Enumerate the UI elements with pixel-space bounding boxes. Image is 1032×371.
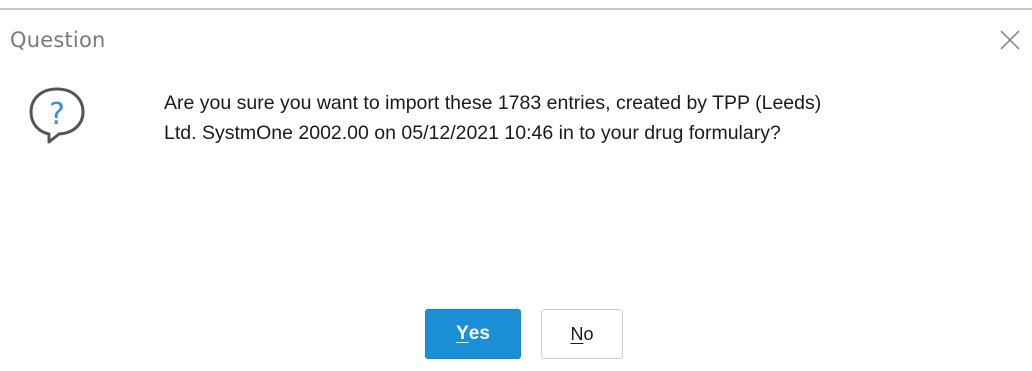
dialog-message: Are you sure you want to import these 17…: [164, 88, 1004, 148]
close-icon: [1000, 30, 1020, 50]
yes-mnemonic: Y: [456, 323, 469, 344]
dialog-title: Question: [10, 28, 106, 52]
message-line-2: Ltd. SystmOne 2002.00 on 05/12/2021 10:4…: [164, 122, 781, 144]
no-mnemonic: N: [570, 323, 584, 344]
no-button[interactable]: No: [541, 309, 623, 359]
question-dialog: Question ? Are you sure you want to impo…: [0, 0, 1032, 371]
close-button[interactable]: [996, 26, 1024, 54]
question-bubble-icon: ?: [25, 82, 89, 146]
yes-button[interactable]: Yes: [425, 309, 521, 359]
yes-label-rest: es: [468, 323, 490, 344]
message-line-1: Are you sure you want to import these 17…: [164, 92, 822, 114]
no-label-rest: o: [583, 323, 594, 344]
svg-text:?: ?: [49, 97, 65, 132]
dialog-top-border: [0, 8, 1032, 10]
